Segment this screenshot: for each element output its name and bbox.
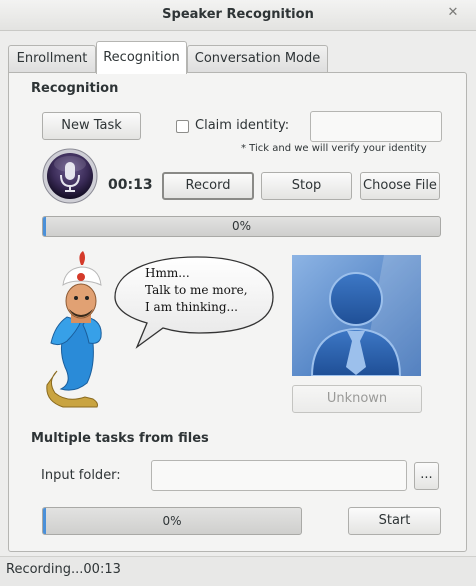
tab-enrollment[interactable]: Enrollment [8, 45, 96, 72]
claim-identity-label: Claim identity: [195, 118, 290, 133]
new-task-button[interactable]: New Task [42, 112, 141, 140]
speech-line: Talk to me more, [145, 283, 248, 297]
speech-line: Hmm... [145, 266, 190, 280]
microphone-icon[interactable] [42, 148, 98, 204]
speech-line: I am thinking... [145, 300, 238, 314]
status-bar: Recording...00:13 [0, 556, 476, 586]
start-button[interactable]: Start [348, 507, 441, 535]
tab-recognition[interactable]: Recognition [96, 41, 187, 74]
recognition-panel: Recognition New Task Claim identity: * T… [8, 72, 467, 552]
status-text: Recording...00:13 [6, 562, 121, 577]
window-title: Speaker Recognition [162, 7, 314, 22]
input-folder-label: Input folder: [41, 468, 121, 483]
claim-identity-checkbox[interactable] [176, 120, 189, 133]
title-bar[interactable]: Speaker Recognition ✕ [0, 0, 476, 31]
claim-identity-hint: * Tick and we will verify your identity [241, 143, 427, 154]
claim-identity-input[interactable] [310, 111, 442, 142]
input-folder-field[interactable] [151, 460, 407, 491]
recognition-progress-bar: 0% [42, 216, 441, 237]
tab-conversation-mode[interactable]: Conversation Mode [187, 45, 328, 72]
close-icon[interactable]: ✕ [444, 4, 462, 22]
recognition-progress-text: 0% [231, 219, 252, 233]
record-timer: 00:13 [108, 177, 153, 193]
user-silhouette-icon [292, 255, 421, 377]
result-identity-button: Unknown [292, 385, 422, 413]
record-button[interactable]: Record [162, 172, 254, 200]
choose-file-button[interactable]: Choose File [360, 172, 440, 200]
stop-button[interactable]: Stop [261, 172, 352, 200]
browse-folder-button[interactable]: ... [414, 462, 439, 490]
batch-progress-bar: 0% [42, 507, 302, 535]
app-window: Speaker Recognition ✕ Enrollment Recogni… [0, 0, 476, 586]
speech-bubble: Hmm... Talk to me more, I am thinking... [107, 253, 277, 351]
batch-progress-text: 0% [162, 514, 182, 528]
multiple-tasks-section-title: Multiple tasks from files [31, 431, 209, 446]
recognition-section-title: Recognition [31, 81, 119, 96]
